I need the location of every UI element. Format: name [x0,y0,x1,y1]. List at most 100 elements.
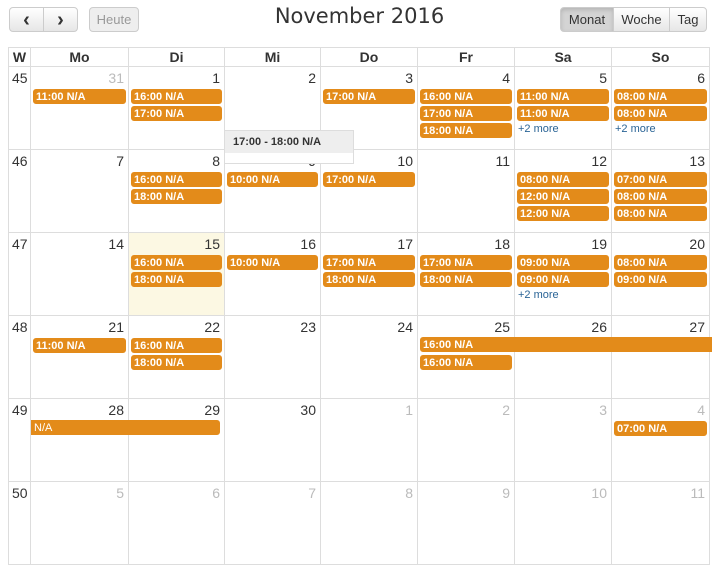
day-cell[interactable]: 5 11:00 N/A 11:00 N/A +2 more [514,66,612,150]
calendar-event[interactable]: 11:00 N/A [517,89,609,104]
day-number[interactable]: 15 [204,236,220,252]
day-cell[interactable]: 11 [417,149,515,233]
day-cell[interactable]: 4 07:00 N/A [611,398,710,482]
day-number[interactable]: 4 [697,402,705,418]
day-number[interactable]: 6 [697,70,705,86]
calendar-event[interactable]: 17:00 N/A [131,106,222,121]
day-number[interactable]: 12 [591,153,607,169]
day-cell[interactable]: 7 [224,481,321,565]
day-cell[interactable]: 11 [611,481,710,565]
day-number[interactable]: 4 [502,70,510,86]
day-number[interactable]: 26 [591,319,607,335]
day-number[interactable]: 7 [116,153,124,169]
day-number[interactable]: 7 [308,485,316,501]
calendar-event[interactable]: 17:00 N/A [323,89,415,104]
calendar-event[interactable]: 17:00 N/A [323,255,415,270]
calendar-event[interactable]: 17:00 N/A [420,106,512,121]
day-number[interactable]: 3 [405,70,413,86]
day-cell[interactable]: 27 [611,315,710,399]
day-number[interactable]: 11 [690,485,705,501]
day-cell[interactable]: 20 08:00 N/A 09:00 N/A [611,232,710,316]
day-cell[interactable]: 18 17:00 N/A 18:00 N/A [417,232,515,316]
calendar-event[interactable]: 09:00 N/A [614,272,707,287]
day-cell[interactable]: 13 07:00 N/A 08:00 N/A 08:00 N/A [611,149,710,233]
day-number[interactable]: 1 [212,70,220,86]
calendar-event[interactable]: 08:00 N/A [614,206,707,221]
day-cell[interactable]: 14 [30,232,129,316]
day-cell[interactable]: 12 08:00 N/A 12:00 N/A 12:00 N/A [514,149,612,233]
calendar-event[interactable]: 16:00 N/A [131,172,222,187]
day-number[interactable]: 5 [599,70,607,86]
day-cell[interactable]: 28 [30,398,129,482]
day-cell[interactable]: 30 [224,398,321,482]
day-cell[interactable]: 6 08:00 N/A 08:00 N/A +2 more [611,66,710,150]
day-number[interactable]: 11 [495,153,510,169]
day-cell[interactable]: 3 [514,398,612,482]
calendar-event[interactable]: 07:00 N/A [614,172,707,187]
calendar-event[interactable]: 08:00 N/A [614,106,707,121]
calendar-event[interactable]: 11:00 N/A [33,338,126,353]
calendar-event[interactable]: 09:00 N/A [517,272,609,287]
day-number[interactable]: 14 [108,236,124,252]
day-cell[interactable]: 24 [320,315,418,399]
day-number[interactable]: 30 [300,402,316,418]
day-number[interactable]: 6 [212,485,220,501]
day-cell[interactable]: 1 16:00 N/A 17:00 N/A [128,66,225,150]
calendar-event[interactable]: 16:00 N/A [420,355,512,370]
calendar-event[interactable]: 11:00 N/A [33,89,126,104]
day-number[interactable]: 21 [108,319,124,335]
day-number[interactable]: 17 [397,236,413,252]
multi-day-event[interactable]: N/A [31,420,220,435]
more-events-link[interactable]: +2 more [518,289,559,301]
day-number[interactable]: 27 [689,319,705,335]
day-number[interactable]: 31 [108,70,124,86]
calendar-event[interactable]: 18:00 N/A [420,123,512,138]
day-number[interactable]: 19 [591,236,607,252]
day-cell[interactable]: 5 [30,481,129,565]
day-cell[interactable]: 21 11:00 N/A [30,315,129,399]
calendar-event[interactable]: 08:00 N/A [614,189,707,204]
day-cell[interactable]: 9 [417,481,515,565]
calendar-event[interactable]: 10:00 N/A [227,172,318,187]
calendar-event[interactable]: 18:00 N/A [131,355,222,370]
day-number[interactable]: 8 [212,153,220,169]
day-cell[interactable]: 25 16:00 N/A [417,315,515,399]
day-cell[interactable]: 19 09:00 N/A 09:00 N/A +2 more [514,232,612,316]
day-cell[interactable]: 4 16:00 N/A 17:00 N/A 18:00 N/A [417,66,515,150]
calendar-event[interactable]: 08:00 N/A [614,255,707,270]
calendar-event[interactable]: 17:00 N/A [420,255,512,270]
calendar-event[interactable]: 12:00 N/A [517,206,609,221]
day-number[interactable]: 1 [405,402,413,418]
day-number[interactable]: 25 [494,319,510,335]
day-cell[interactable]: 8 [320,481,418,565]
day-number[interactable]: 22 [204,319,220,335]
calendar-event[interactable]: 10:00 N/A [227,255,318,270]
calendar-event[interactable]: 11:00 N/A [517,106,609,121]
more-events-link[interactable]: +2 more [518,123,559,135]
day-cell[interactable]: 22 16:00 N/A 18:00 N/A [128,315,225,399]
day-number[interactable]: 3 [599,402,607,418]
calendar-event[interactable]: 17:00 N/A [323,172,415,187]
multi-day-event[interactable]: 16:00 N/A [420,337,712,352]
calendar-event[interactable]: 18:00 N/A [420,272,512,287]
day-number[interactable]: 10 [591,485,607,501]
day-number[interactable]: 9 [502,485,510,501]
day-cell[interactable]: 8 16:00 N/A 18:00 N/A [128,149,225,233]
more-events-link[interactable]: +2 more [615,123,656,135]
day-number[interactable]: 18 [494,236,510,252]
day-cell[interactable]: 31 11:00 N/A [30,66,129,150]
day-cell[interactable]: 16 10:00 N/A [224,232,321,316]
day-number[interactable]: 10 [397,153,413,169]
day-cell[interactable]: 23 [224,315,321,399]
calendar-event[interactable]: 18:00 N/A [131,272,222,287]
day-cell[interactable]: 7 [30,149,129,233]
calendar-event[interactable]: 08:00 N/A [614,89,707,104]
day-number[interactable]: 5 [116,485,124,501]
view-day-button[interactable]: Tag [669,7,707,32]
day-number[interactable]: 24 [397,319,413,335]
calendar-event[interactable]: 09:00 N/A [517,255,609,270]
view-week-button[interactable]: Woche [613,7,670,32]
view-month-button[interactable]: Monat [560,7,614,32]
day-cell[interactable]: 1 [320,398,418,482]
calendar-event[interactable]: 16:00 N/A [420,89,512,104]
